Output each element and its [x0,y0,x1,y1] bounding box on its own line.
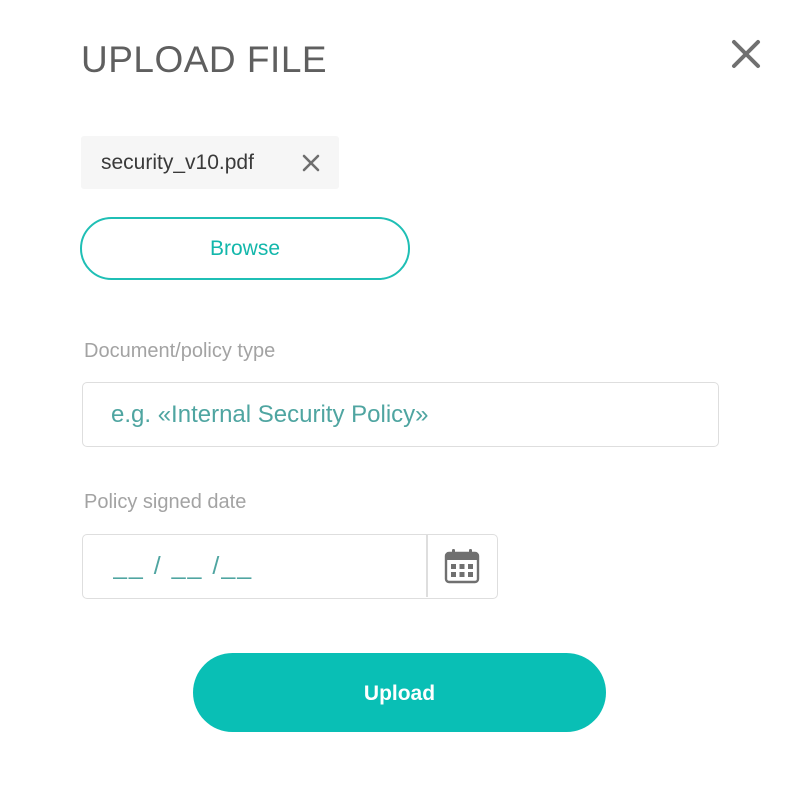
selected-file-chip: security_v10.pdf [81,136,339,189]
close-icon [302,154,320,172]
document-type-input[interactable] [82,382,719,447]
calendar-icon [444,549,480,584]
upload-file-dialog: UPLOAD FILE security_v10.pdf Browse Docu… [0,0,800,800]
calendar-button[interactable] [428,535,496,597]
dialog-title: UPLOAD FILE [81,39,328,80]
upload-button[interactable]: Upload [193,653,606,732]
document-type-label: Document/policy type [84,340,276,362]
signed-date-label: Policy signed date [84,491,247,513]
close-dialog-button[interactable] [728,36,764,72]
browse-button[interactable]: Browse [80,217,410,280]
signed-date-input[interactable] [83,535,426,597]
close-icon [732,40,760,68]
signed-date-field [82,534,498,599]
remove-file-button[interactable] [299,151,323,175]
file-name: security_v10.pdf [101,151,254,174]
